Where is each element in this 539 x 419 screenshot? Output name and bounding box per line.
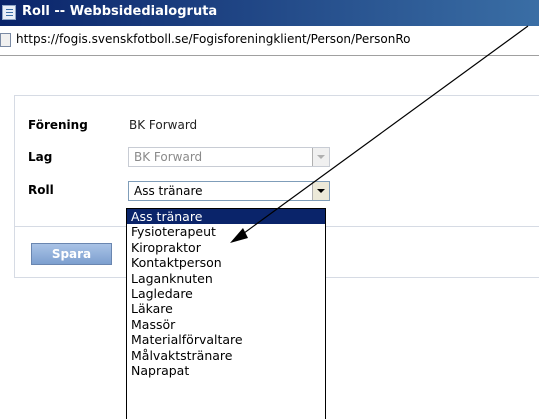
dropdown-option[interactable]: Målvaktstränare: [127, 348, 325, 363]
dropdown-option[interactable]: Materialförvaltare: [127, 332, 325, 347]
roll-select-value: Ass tränare: [134, 184, 203, 198]
dropdown-option[interactable]: Kontaktperson: [127, 255, 325, 270]
chevron-down-icon: [317, 155, 325, 159]
page-icon: [0, 33, 11, 47]
forening-label: Förening: [28, 118, 88, 132]
roll-options-list[interactable]: Ass tränare Fysioterapeut Kiropraktor Konta…: [126, 208, 326, 419]
dropdown-option[interactable]: Lagledare: [127, 286, 325, 301]
dropdown-option[interactable]: Kiropraktor: [127, 240, 325, 255]
roll-select[interactable]: Ass tränare: [128, 181, 330, 201]
dropdown-option[interactable]: Ass tränare: [127, 209, 325, 225]
dropdown-option[interactable]: Fysioterapeut: [127, 224, 325, 239]
lag-dropdown-button: [312, 148, 329, 166]
dropdown-option[interactable]: Naprapat: [127, 363, 325, 378]
page-icon: [2, 5, 16, 20]
window-title: Roll -- Webbsidedialogruta: [22, 4, 218, 19]
dropdown-option[interactable]: Massör: [127, 317, 325, 332]
lag-select: BK Forward: [128, 147, 330, 167]
chevron-down-icon: [317, 189, 325, 193]
dropdown-option[interactable]: Läkare: [127, 301, 325, 316]
save-button[interactable]: Spara: [31, 243, 112, 265]
lag-label: Lag: [28, 150, 53, 164]
address-bar: https://fogis.svenskfotboll.se/Fogisfore…: [0, 26, 539, 56]
title-bar: Roll -- Webbsidedialogruta: [0, 0, 539, 26]
lag-select-value: BK Forward: [134, 150, 203, 164]
url-text: https://fogis.svenskfotboll.se/Fogisfore…: [16, 32, 411, 46]
dropdown-option[interactable]: Laganknuten: [127, 271, 325, 286]
forening-value: BK Forward: [129, 118, 198, 132]
roll-label: Roll: [28, 183, 54, 197]
roll-dropdown-button[interactable]: [312, 182, 329, 200]
